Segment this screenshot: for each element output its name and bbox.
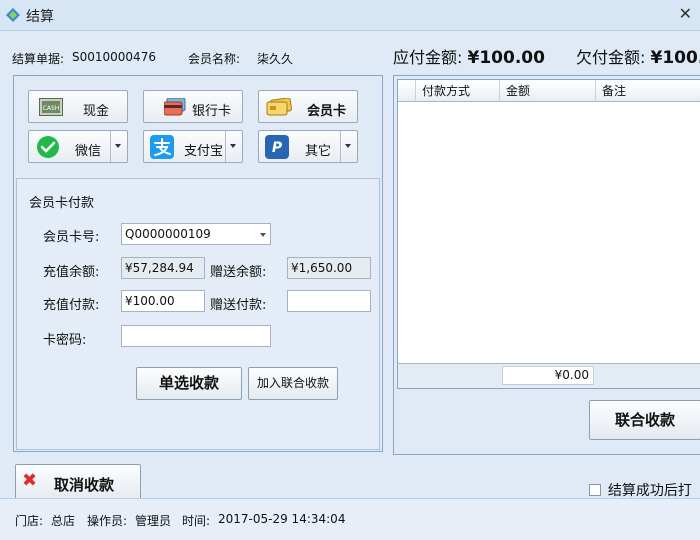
- member-card-label: 会员卡: [307, 104, 347, 119]
- other-pay-button[interactable]: P 其它: [258, 130, 358, 163]
- order-number: S0010000476: [72, 50, 156, 64]
- grid-row-header: [398, 80, 416, 102]
- cash-button[interactable]: CASH 现金: [28, 90, 128, 123]
- paypal-icon: P: [265, 135, 289, 159]
- settlement-window: 结算 ✕ 结算单据: S0010000476 会员名称: 柒久久 应付金额: ¥…: [0, 0, 700, 540]
- cash-label: 现金: [83, 104, 110, 119]
- print-checkbox-label: 结算成功后打: [607, 483, 692, 499]
- time-label: 时间:: [182, 514, 211, 528]
- status-bar: 门店: 总店 操作员: 管理员 时间: 2017-05-29 14:34:04: [0, 498, 700, 540]
- add-combined-pay-button[interactable]: 加入联合收款: [248, 367, 338, 400]
- app-logo-icon: [6, 8, 20, 22]
- card-number-label: 会员卡号:: [43, 230, 100, 245]
- member-name: 柒久久: [257, 52, 294, 66]
- title-bar[interactable]: 结算 ✕: [0, 0, 700, 31]
- member-card-form: 会员卡付款 会员卡号: Q0000000109 充值余额: ¥57,284.94…: [16, 178, 380, 450]
- grid-footer: ¥0.00: [398, 363, 700, 388]
- store-label: 门店:: [15, 514, 44, 528]
- svg-text:CASH: CASH: [43, 105, 60, 112]
- member-card-icon: [266, 98, 292, 116]
- gift-pay-input[interactable]: [287, 290, 371, 312]
- wechat-icon: [37, 136, 59, 158]
- wechat-dropdown-arrow[interactable]: [110, 131, 127, 162]
- single-pay-button[interactable]: 单选收款: [136, 367, 242, 400]
- cash-icon: CASH: [39, 98, 63, 116]
- card-password-input[interactable]: [121, 325, 271, 347]
- member-card-button[interactable]: 会员卡: [258, 90, 358, 123]
- alipay-dropdown-arrow[interactable]: [225, 131, 242, 162]
- other-pay-dropdown-arrow[interactable]: [340, 131, 357, 162]
- bank-card-button[interactable]: 银行卡: [143, 90, 243, 123]
- bank-card-icon: [164, 98, 186, 116]
- amount-due-value: ¥100.00: [467, 48, 545, 68]
- bank-card-label: 银行卡: [192, 104, 232, 119]
- payments-grid[interactable]: 付款方式 金额 备注 ¥0.00: [397, 79, 700, 389]
- amount-due-label: 应付金额:: [393, 48, 463, 67]
- card-number-value: Q0000000109: [125, 227, 211, 241]
- close-x-icon: ✖: [22, 470, 38, 491]
- card-password-label: 卡密码:: [43, 333, 87, 348]
- window-title: 结算: [26, 9, 54, 25]
- wechat-button[interactable]: 微信: [28, 130, 128, 163]
- amount-due: 应付金额: ¥100.00: [393, 44, 545, 68]
- amount-owed-label: 欠付金额:: [576, 48, 646, 67]
- store-value: 总店: [51, 514, 76, 528]
- gift-balance-label: 赠送余额:: [210, 265, 267, 280]
- payments-panel: 付款方式 金额 备注 ¥0.00 联合收款: [393, 75, 700, 455]
- payment-panel: CASH 现金 银行卡 会员卡 微信 支付宝 P 其它 会员卡付款 会员卡号: …: [13, 75, 383, 452]
- balance-label: 充值余额:: [43, 265, 100, 280]
- grid-col-method[interactable]: 付款方式: [416, 80, 500, 102]
- other-pay-label: 其它: [305, 144, 332, 159]
- order-label: 结算单据:: [12, 52, 65, 66]
- grid-total-amount: ¥0.00: [502, 366, 594, 385]
- print-after-settle-checkbox[interactable]: 结算成功后打: [589, 480, 692, 500]
- alipay-icon: [150, 135, 174, 159]
- amount-owed: 欠付金额: ¥100.: [576, 44, 700, 68]
- recharge-pay-label: 充值付款:: [43, 298, 100, 313]
- member-name-label: 会员名称:: [188, 52, 241, 66]
- wechat-label: 微信: [75, 144, 102, 159]
- form-title: 会员卡付款: [29, 196, 95, 211]
- time-value: 2017-05-29 14:34:04: [218, 512, 346, 526]
- card-number-select[interactable]: Q0000000109: [121, 223, 271, 245]
- operator-label: 操作员:: [87, 514, 128, 528]
- recharge-pay-input[interactable]: ¥100.00: [121, 290, 205, 312]
- chevron-down-icon[interactable]: [260, 233, 266, 237]
- operator-value: 管理员: [135, 514, 172, 528]
- combined-pay-button[interactable]: 联合收款: [589, 400, 700, 440]
- alipay-button[interactable]: 支付宝: [143, 130, 243, 163]
- amount-owed-value: ¥100.: [650, 48, 700, 68]
- gift-pay-label: 赠送付款:: [210, 298, 267, 313]
- cancel-pay-button[interactable]: ✖ 取消收款: [15, 464, 141, 501]
- balance-field: ¥57,284.94: [121, 257, 205, 279]
- cancel-pay-label: 取消收款: [54, 476, 115, 494]
- close-icon[interactable]: ✕: [679, 4, 692, 23]
- alipay-label: 支付宝: [184, 144, 224, 159]
- gift-balance-field: ¥1,650.00: [287, 257, 371, 279]
- grid-col-remark[interactable]: 备注: [596, 80, 700, 102]
- svg-text:P: P: [272, 140, 283, 156]
- checkbox-icon[interactable]: [589, 484, 601, 496]
- grid-col-amount[interactable]: 金额: [500, 80, 596, 102]
